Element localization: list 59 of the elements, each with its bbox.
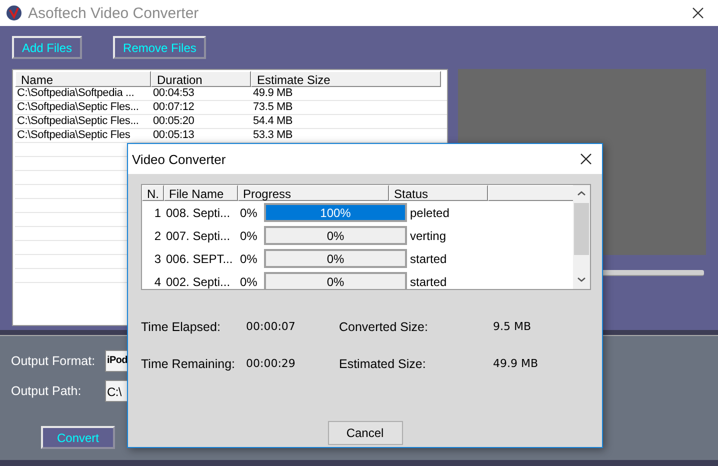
table-cell-text: C:\Softpedia\Septic Fles... xyxy=(16,101,140,114)
row-number: 3 xyxy=(153,252,162,266)
stat-value: 00:00:29 xyxy=(246,357,296,371)
status-text: started xyxy=(409,252,447,266)
progress-text: 100% xyxy=(320,206,351,220)
stat-value: 49.9 MB xyxy=(493,357,540,371)
cancel-button[interactable]: Cancel xyxy=(328,421,402,445)
table-cell-text: C:\Softpedia\Softpedia ... xyxy=(16,87,136,100)
column-header[interactable]: File Name xyxy=(164,185,238,201)
toolbar-button[interactable]: Add Files xyxy=(12,36,82,59)
table-cell-text: 00:04:53 xyxy=(152,87,196,100)
convert-button[interactable]: Convert xyxy=(41,426,115,449)
percent-text: 0% xyxy=(240,206,258,220)
stat-label: Converted Size: xyxy=(339,320,429,334)
percent-text: 0% xyxy=(240,228,258,242)
app-logo-icon xyxy=(6,5,22,21)
table-cell-text: C:\Softpedia\Septic Fles xyxy=(16,129,132,142)
table-cell-text: 73.5 MB xyxy=(252,101,294,114)
toolbar-button[interactable]: Remove Files xyxy=(113,36,206,59)
row-number: 2 xyxy=(153,228,162,242)
column-header[interactable]: Status xyxy=(389,185,488,201)
row-number: 1 xyxy=(153,206,162,220)
row-number: 4 xyxy=(153,274,162,288)
close-icon[interactable] xyxy=(692,7,704,19)
table-cell-text: 00:05:13 xyxy=(152,129,196,142)
stat-value: 9.5 MB xyxy=(493,320,532,334)
table-cell-text: C:\Softpedia\Septic Fles... xyxy=(16,115,140,128)
stat-value: 00:00:07 xyxy=(246,320,296,334)
table-cell-text: 49.9 MB xyxy=(252,87,294,100)
file-name: 008. Septi... xyxy=(166,206,232,220)
column-header[interactable]: Progress xyxy=(238,185,389,201)
percent-text: 0% xyxy=(240,274,258,288)
status-text: verting xyxy=(409,228,446,242)
close-icon[interactable] xyxy=(580,153,592,165)
column-header[interactable]: Duration xyxy=(151,71,251,87)
column-header[interactable]: Name xyxy=(15,71,151,87)
status-text: started xyxy=(409,274,447,288)
window-title: Asoftech Video Converter xyxy=(28,4,200,22)
file-name: 007. Septi... xyxy=(166,228,232,242)
status-text: peleted xyxy=(409,206,450,220)
table-cell-text: 53.3 MB xyxy=(252,129,294,142)
stat-label: Time Elapsed: xyxy=(141,320,222,334)
file-name: 002. Septi... xyxy=(166,274,232,288)
column-header[interactable]: Estimate Size xyxy=(251,71,441,87)
column-header[interactable]: N. xyxy=(142,185,164,201)
progress-text: 0% xyxy=(326,228,344,242)
progress-text: 0% xyxy=(326,274,344,288)
file-name: 006. SEPT... xyxy=(166,252,234,266)
progress-text: 0% xyxy=(326,252,344,266)
table-cell-text: 54.4 MB xyxy=(252,115,294,128)
stat-label: Estimated Size: xyxy=(339,357,427,371)
stat-label: Time Remaining: xyxy=(141,357,236,371)
column-header[interactable] xyxy=(488,185,574,201)
field-label: Output Path: xyxy=(11,384,82,398)
field-label: Output Format: xyxy=(11,354,96,368)
dialog-title: Video Converter xyxy=(132,152,227,166)
table-cell-text: 00:05:20 xyxy=(152,115,196,128)
percent-text: 0% xyxy=(240,252,258,266)
table-cell-text: 00:07:12 xyxy=(152,101,196,114)
